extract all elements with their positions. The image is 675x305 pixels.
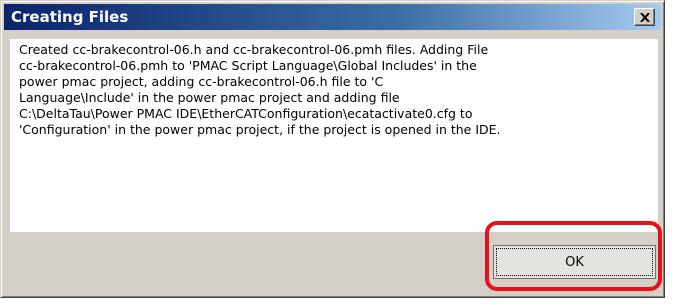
message-line: C:\DeltaTau\Power PMAC IDE\EtherCATConfi… (19, 106, 473, 121)
close-button[interactable] (634, 8, 655, 26)
dialog-title: Creating Files (11, 8, 129, 26)
creating-files-dialog: Creating Files Created cc-brakecontrol-0… (0, 0, 665, 298)
dialog-message: Created cc-brakecontrol-06.h and cc-brak… (19, 42, 639, 138)
ok-button[interactable]: OK (493, 245, 656, 279)
close-icon (640, 13, 650, 22)
message-line: Language\Include' in the power pmac proj… (19, 90, 400, 105)
ok-button-label: OK (565, 254, 584, 270)
message-line: power pmac project, adding cc-brakecontr… (19, 74, 384, 89)
message-line: Created cc-brakecontrol-06.h and cc-brak… (19, 42, 489, 57)
message-line: 'Configuration' in the power pmac projec… (19, 122, 501, 137)
dialog-titlebar[interactable]: Creating Files (4, 4, 661, 30)
message-line: cc-brakecontrol-06.pmh to 'PMAC Script L… (19, 58, 477, 73)
